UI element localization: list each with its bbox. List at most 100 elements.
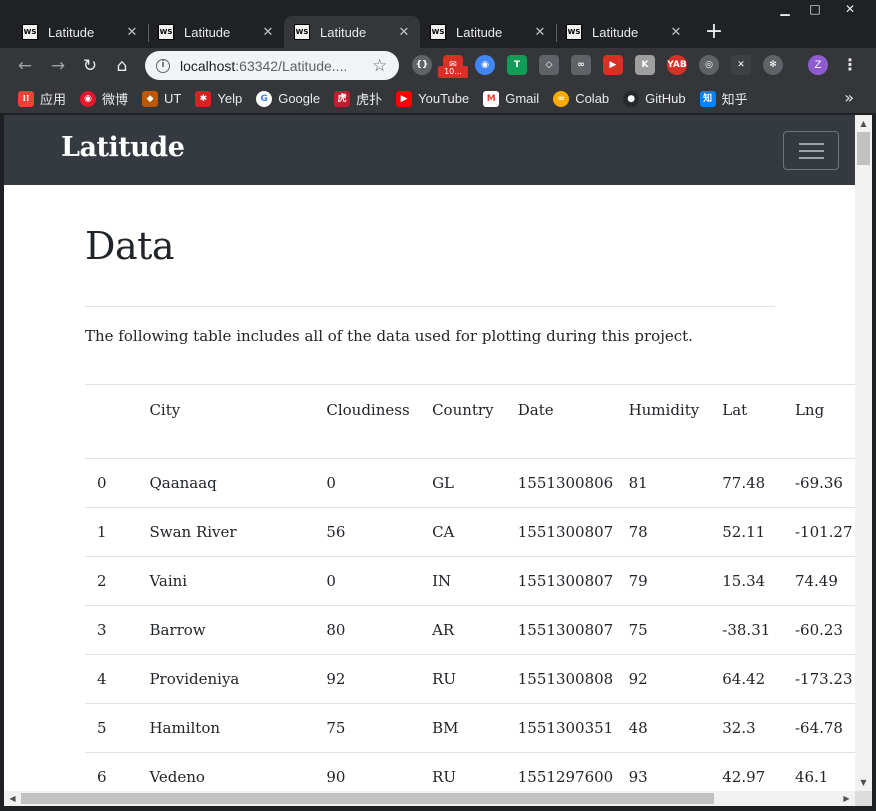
bookmark-ut[interactable]: ◆ UT (142, 90, 181, 107)
profile-avatar[interactable]: Z (808, 55, 828, 75)
minimize-button[interactable]: ▁ (770, 0, 800, 18)
navbar-toggler-button[interactable] (783, 131, 839, 170)
table-row: 3 Barrow 80 AR 1551300807 75 -38.31 -60.23 (85, 605, 855, 655)
horizontal-scroll-thumb[interactable] (21, 793, 714, 804)
cell-cloudiness: 56 (326, 507, 433, 557)
close-window-button[interactable]: ✕ (830, 0, 870, 18)
bookmark-label: Yelp (217, 91, 243, 106)
bookmark-zhihu[interactable]: 知知乎 (699, 89, 748, 108)
bookmark-colab[interactable]: ∞ Colab (553, 90, 610, 107)
tab-close-icon[interactable]: ✕ (666, 24, 686, 40)
browser-tab-active[interactable]: WS Latitude ✕ (284, 16, 420, 48)
vertical-scrollbar[interactable]: ▲ ▼ (855, 115, 872, 791)
tab-close-icon[interactable]: ✕ (394, 24, 414, 40)
reload-icon[interactable]: ↻ (77, 53, 103, 79)
extension-chrome-icon[interactable]: ◉ (475, 55, 495, 75)
bookmark-label: 应用 (40, 92, 67, 107)
cell-lng: -173.23 (794, 654, 855, 704)
webstorm-icon: WS (158, 24, 174, 40)
bookmark-star-icon[interactable]: ☆ (372, 56, 387, 76)
extension-globe-icon[interactable]: ✻ (763, 55, 783, 75)
bookmark-hupu[interactable]: 虎虎扑 (334, 89, 382, 108)
bookmark-yelp[interactable]: ✱ Yelp (195, 90, 243, 107)
cell-cloudiness: 90 (326, 752, 433, 791)
new-tab-button[interactable]: + (700, 18, 728, 46)
forward-arrow-icon[interactable]: → (45, 53, 71, 79)
bookmark-label: 知乎 (721, 92, 748, 107)
cell-humidity: 79 (628, 556, 723, 606)
cell-city: Provideniya (149, 654, 327, 704)
scroll-left-arrow-icon[interactable]: ◀ (4, 790, 21, 807)
scroll-down-arrow-icon[interactable]: ▼ (855, 774, 872, 791)
browser-tab[interactable]: WS Latitude ✕ (148, 16, 284, 48)
bookmarks-overflow-icon[interactable]: » (844, 84, 854, 113)
back-arrow-icon[interactable]: ← (12, 53, 38, 79)
extension-shield-icon[interactable]: ◇ (539, 55, 559, 75)
cell-date: 1551300351 (517, 703, 629, 753)
extension-headset-icon[interactable]: ◎ (699, 55, 719, 75)
cell-date: 1551300807 (517, 507, 629, 557)
webstorm-icon: WS (566, 24, 582, 40)
cell-lat: -38.31 (722, 605, 795, 655)
browser-tab[interactable]: WS Latitude ✕ (420, 16, 556, 48)
table-body: 0 Qaanaaq 0 GL 1551300806 81 77.48 -69.36 1 Swan … (85, 458, 855, 791)
divider (85, 306, 775, 307)
page-title: Data (85, 224, 175, 268)
extension-k-icon[interactable]: K (635, 55, 655, 75)
extension-yab-icon[interactable]: YAB (667, 55, 687, 75)
cell-index: 6 (85, 752, 150, 791)
gmail-icon: M (483, 90, 500, 107)
cell-city: Vedeno (149, 752, 327, 791)
extension-video-icon[interactable]: ▶ (603, 55, 623, 75)
site-info-icon[interactable]: i (156, 58, 170, 73)
bookmark-label: Colab (575, 91, 610, 106)
cell-humidity: 93 (628, 752, 723, 791)
bookmark-gmail[interactable]: M Gmail (483, 90, 539, 107)
tab-strip: WS Latitude ✕ WS Latitude ✕ WS Latitude … (12, 14, 728, 48)
bookmarks-bar: ⁞⁞ 应用 ◉ 微博 ◆ UT ✱ Yelp G Google 虎虎扑 ▶ YouTube … (0, 84, 876, 113)
address-bar[interactable]: i localhost:63342/Latitude.... ☆ (145, 51, 399, 80)
horizontal-scrollbar[interactable]: ◀ ▶ (4, 791, 855, 806)
hamburger-icon (799, 143, 824, 145)
cell-index: 1 (85, 507, 150, 557)
yelp-icon: ✱ (195, 90, 212, 107)
scroll-up-arrow-icon[interactable]: ▲ (855, 115, 872, 132)
bookmark-github[interactable]: ● GitHub (623, 90, 686, 107)
chrome-menu-icon[interactable]: ⋮ (840, 54, 860, 76)
bookmark-google[interactable]: G Google (256, 90, 320, 107)
tab-title: Latitude (456, 24, 503, 40)
url-path: :63342/Latitude.... (235, 57, 348, 74)
apps-grid-icon: ⁞⁞ (18, 90, 34, 107)
browser-tab[interactable]: WS Latitude ✕ (12, 16, 148, 48)
bookmark-apps[interactable]: ⁞⁞ 应用 (18, 89, 66, 108)
browser-tab[interactable]: WS Latitude ✕ (556, 16, 692, 48)
extension-json-icon[interactable]: {} (412, 55, 432, 75)
bookmark-youtube[interactable]: ▶ YouTube (396, 90, 469, 107)
tab-close-icon[interactable]: ✕ (122, 24, 142, 40)
navbar-brand[interactable]: Latitude (61, 132, 185, 163)
cell-country: IN (432, 556, 518, 606)
bookmark-label: 虎扑 (356, 92, 383, 107)
tab-close-icon[interactable]: ✕ (530, 24, 550, 40)
cell-lat: 15.34 (722, 556, 795, 606)
table-header-row: City Cloudiness Country Date Humidity La… (85, 384, 855, 459)
extension-grammar-icon[interactable]: ∞ (571, 55, 591, 75)
maximize-button[interactable]: □ (800, 0, 830, 18)
cell-date: 1551300806 (517, 458, 629, 508)
cell-country: CA (432, 507, 518, 557)
scroll-right-arrow-icon[interactable]: ▶ (838, 790, 855, 807)
vertical-scroll-thumb[interactable] (857, 132, 870, 165)
extension-x-icon[interactable]: ✕ (731, 55, 751, 75)
cell-cloudiness: 0 (326, 458, 433, 508)
table-row: 1 Swan River 56 CA 1551300807 78 52.11 -101.27 (85, 507, 855, 557)
cell-city: Hamilton (149, 703, 327, 753)
extension-tampermonkey-icon[interactable]: T (507, 55, 527, 75)
tab-close-icon[interactable]: ✕ (258, 24, 278, 40)
ut-shield-icon: ◆ (142, 90, 159, 107)
bookmark-weibo[interactable]: ◉ 微博 (80, 89, 128, 108)
table-row: 6 Vedeno 90 RU 1551297600 93 42.97 46.1 (85, 752, 855, 791)
home-icon[interactable]: ⌂ (109, 53, 135, 79)
cell-cloudiness: 80 (326, 605, 433, 655)
column-header-date: Date (517, 384, 629, 459)
cell-humidity: 92 (628, 654, 723, 704)
